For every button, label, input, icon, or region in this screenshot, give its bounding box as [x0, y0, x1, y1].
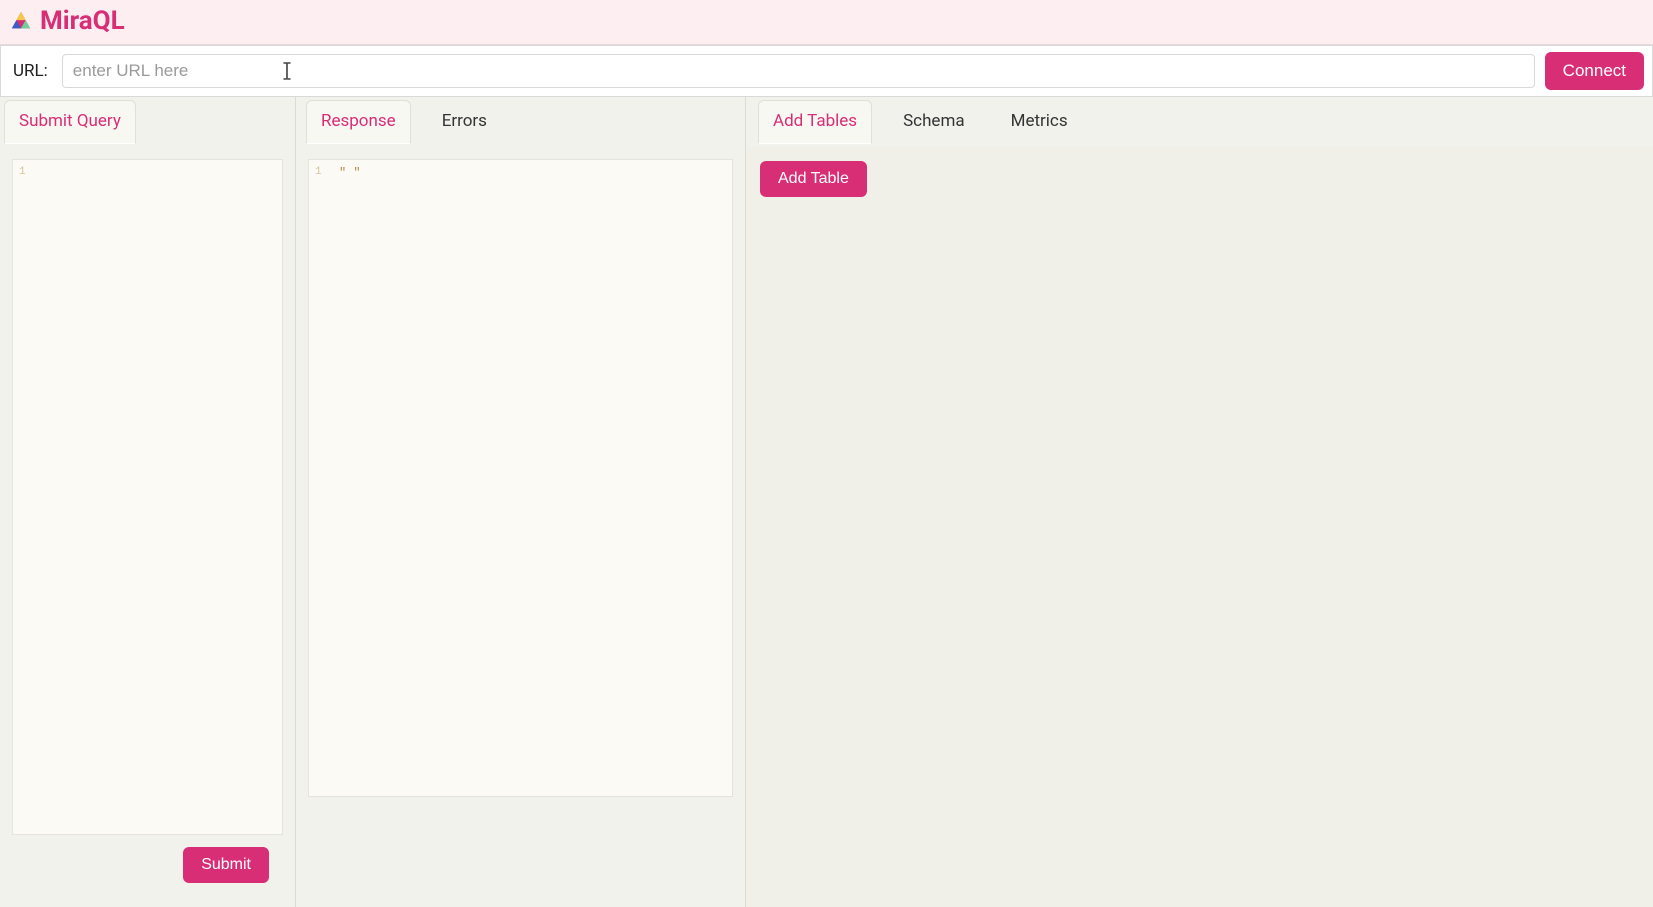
url-bar: URL: Connect: [0, 45, 1653, 97]
tab-response[interactable]: Response: [306, 100, 411, 144]
right-tab-row: Add Tables Schema Metrics: [746, 97, 1653, 147]
tab-schema[interactable]: Schema: [888, 100, 980, 144]
left-tab-row: Submit Query: [0, 97, 295, 147]
response-viewer[interactable]: 1 " ": [308, 159, 733, 797]
left-panel-area: 1 Submit: [0, 147, 295, 907]
submit-row: Submit: [12, 835, 283, 883]
tab-metrics[interactable]: Metrics: [996, 100, 1083, 144]
main-area: Submit Query 1 Submit Response Errors 1 …: [0, 97, 1653, 907]
editor-gutter-line: 1: [19, 166, 26, 178]
query-editor[interactable]: 1: [12, 159, 283, 835]
miraql-logo-icon: [10, 10, 32, 32]
url-input[interactable]: [73, 61, 1524, 81]
middle-tab-row: Response Errors: [296, 97, 745, 147]
app-title: MiraQL: [40, 6, 125, 36]
url-input-wrap[interactable]: [62, 54, 1535, 88]
connect-button[interactable]: Connect: [1545, 52, 1644, 90]
middle-panel-area: 1 " ": [296, 147, 745, 907]
tab-add-tables[interactable]: Add Tables: [758, 100, 872, 144]
response-line-1: " ": [339, 166, 361, 180]
logo-wrap: MiraQL: [10, 6, 125, 36]
tab-errors[interactable]: Errors: [427, 100, 502, 144]
response-gutter-line: 1: [315, 166, 322, 178]
submit-button[interactable]: Submit: [183, 847, 269, 883]
url-label: URL:: [9, 61, 52, 81]
right-panel-area: Add Table: [746, 147, 1653, 907]
tab-submit-query[interactable]: Submit Query: [4, 100, 136, 144]
left-column: Submit Query 1 Submit: [0, 97, 296, 907]
add-table-button[interactable]: Add Table: [760, 161, 867, 197]
right-column: Add Tables Schema Metrics Add Table: [746, 97, 1653, 907]
middle-column: Response Errors 1 " ": [296, 97, 746, 907]
app-header: MiraQL: [0, 0, 1653, 45]
